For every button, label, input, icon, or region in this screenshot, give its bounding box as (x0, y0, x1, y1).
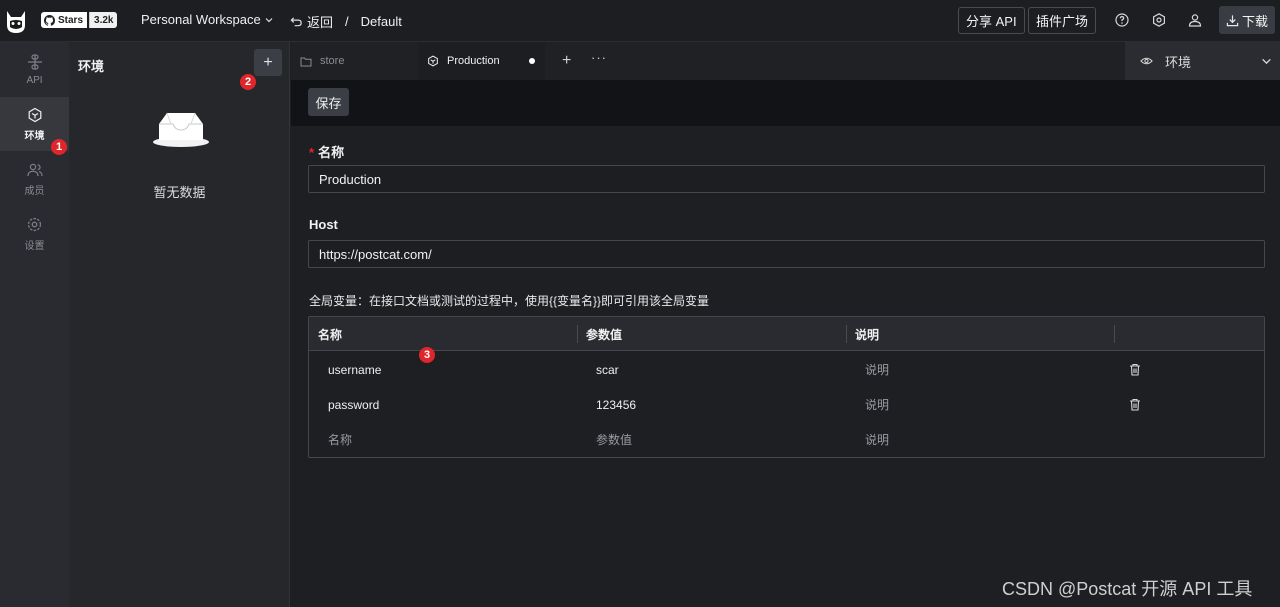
variable-value-cell[interactable]: 123456 (596, 387, 636, 422)
postcat-logo[interactable] (4, 7, 28, 35)
host-field-label: Host (309, 217, 338, 232)
delete-icon[interactable] (1129, 363, 1141, 376)
undo-icon (290, 17, 302, 27)
variable-name-cell[interactable]: password (328, 387, 379, 422)
back-link[interactable]: 返回 (290, 12, 333, 31)
workspace-name: Personal Workspace (141, 12, 261, 27)
environment-form: * 名称 Production Host https://postcat.com/… (291, 126, 1280, 607)
more-tabs-button[interactable]: ··· (591, 50, 607, 65)
empty-state-text: 暂无数据 (153, 185, 206, 200)
eye-icon (1140, 57, 1153, 65)
annotation-badge-3: 3 (419, 347, 435, 363)
delete-icon[interactable] (1129, 398, 1141, 411)
top-bar: Stars 3.2k Personal Workspace 返回 / Defau… (0, 0, 1280, 42)
environment-select-value: 环境 (1165, 54, 1192, 70)
nav-label-environment: 环境 (24, 130, 45, 142)
variables-table-header: 名称 参数值 说明 (309, 317, 1264, 351)
nav-label-settings: 设置 (24, 241, 45, 252)
github-icon (44, 14, 55, 26)
required-asterisk: * (309, 145, 315, 160)
tab-production[interactable]: Production (418, 42, 545, 80)
add-environment-button[interactable]: + (254, 49, 282, 76)
tab-store-label: store (320, 55, 345, 67)
name-label-text: 名称 (318, 145, 345, 160)
column-header-value: 参数值 (586, 327, 623, 342)
annotation-badge-2: 2 (240, 74, 256, 90)
tab-store[interactable]: store (291, 42, 418, 80)
new-variable-name-input[interactable]: 名称 (328, 422, 352, 457)
host-input[interactable]: https://postcat.com/ (308, 240, 1265, 268)
new-variable-value-input[interactable]: 参数值 (596, 422, 632, 457)
variables-table: 名称 参数值 说明 username scar 说明 password 1234… (308, 316, 1265, 458)
share-api-button[interactable]: 分享 API (958, 7, 1025, 34)
variable-description-cell[interactable]: 说明 (865, 387, 889, 422)
new-variable-description-input[interactable]: 说明 (865, 422, 889, 457)
left-nav: API 环境 成员 设置 (0, 42, 69, 607)
environment-select[interactable]: 环境 (1125, 42, 1280, 80)
column-header-description: 说明 (855, 327, 880, 342)
variable-description-cell[interactable]: 说明 (865, 352, 889, 387)
user-icon[interactable] (1187, 12, 1203, 28)
chevron-down-icon (1262, 58, 1271, 65)
environment-icon (28, 107, 41, 122)
plugin-market-button[interactable]: 插件广场 (1028, 7, 1097, 34)
add-tab-button[interactable]: + (562, 52, 571, 70)
column-header-name: 名称 (318, 327, 343, 342)
tabs-bar: store Production + ··· 环境 (291, 42, 1280, 80)
annotation-badge-1: 1 (51, 139, 67, 155)
breadcrumb: 返回 / Default (290, 12, 402, 31)
download-icon (1226, 14, 1239, 26)
workspace-switcher[interactable]: Personal Workspace (141, 12, 274, 27)
github-stars-badge[interactable]: Stars 3.2k (41, 12, 118, 28)
plugin-market-label: 插件广场 (1036, 14, 1089, 29)
folder-icon (300, 57, 312, 66)
nav-item-members[interactable]: 成员 (0, 152, 69, 206)
variable-name-cell[interactable]: username (328, 352, 381, 387)
help-icon[interactable] (1114, 12, 1130, 28)
save-button[interactable]: 保存 (308, 88, 349, 116)
settings-icon (27, 217, 42, 232)
table-row: password 123456 说明 (309, 387, 1264, 422)
unsaved-indicator (529, 58, 535, 64)
global-variable-hint: 全局变量：在接口文档或测试的过程中，使用{{变量名}}即可引用该全局变量 (309, 294, 710, 308)
nav-item-settings[interactable]: 设置 (0, 207, 69, 261)
download-label: 下载 (1241, 13, 1268, 29)
table-row-new: 名称 参数值 说明 (309, 422, 1264, 457)
empty-box-icon (153, 112, 209, 147)
tab-production-label: Production (447, 55, 500, 67)
environment-panel-title: 环境 (78, 59, 105, 74)
nav-label-api: API (26, 74, 43, 86)
nav-item-api[interactable]: API (0, 42, 69, 96)
watermark-text: CSDN @Postcat 开源 API 工具 (1002, 579, 1253, 599)
members-icon (26, 163, 43, 176)
github-stars-count: 3.2k (94, 14, 114, 26)
environment-icon (428, 55, 438, 67)
environment-list-panel: 环境 + 暂无数据 (69, 42, 290, 607)
breadcrumb-separator: / (345, 14, 349, 29)
download-button[interactable]: 下载 (1219, 6, 1275, 34)
name-input[interactable]: Production (308, 165, 1265, 193)
variable-value-cell[interactable]: scar (596, 352, 619, 387)
api-icon (27, 53, 42, 70)
back-label: 返回 (307, 15, 334, 30)
table-row: username scar 说明 (309, 352, 1264, 387)
name-field-label: * 名称 (309, 142, 344, 161)
editor-toolbar: 保存 (291, 80, 1280, 126)
nav-label-members: 成员 (24, 185, 45, 197)
chevron-down-icon (265, 17, 273, 22)
github-stars-label: Stars (58, 14, 84, 26)
breadcrumb-current: Default (360, 14, 402, 29)
settings-icon[interactable] (1151, 12, 1167, 28)
share-api-label: 分享 API (966, 14, 1017, 29)
